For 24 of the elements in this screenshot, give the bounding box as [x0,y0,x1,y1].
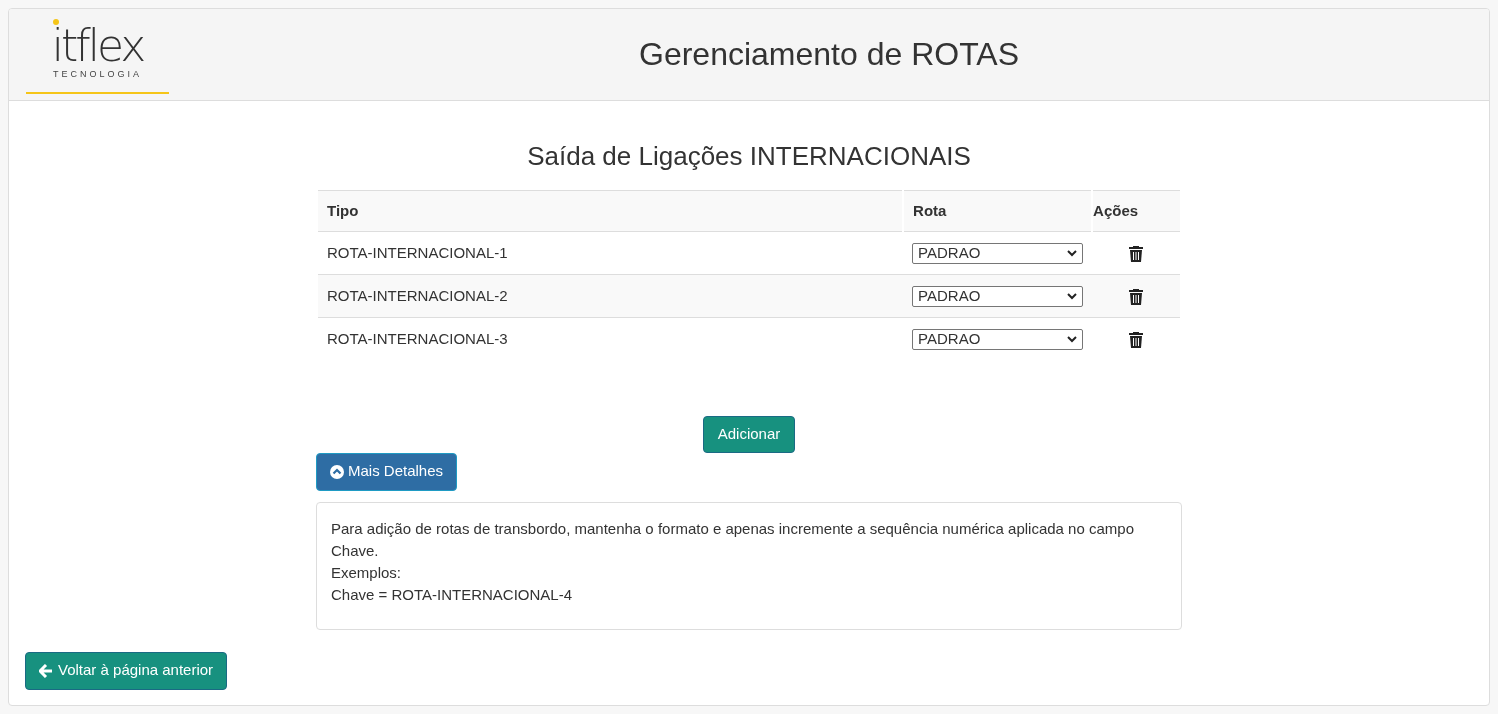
route-dropdown[interactable]: PADRAO [912,242,1084,264]
arrow-left-icon [39,663,53,678]
trash-icon[interactable] [1128,244,1145,263]
route-dropdown[interactable]: PADRAO [912,328,1084,350]
trash-icon[interactable] [1128,287,1145,306]
trash-icon[interactable] [1128,331,1145,350]
section-title: Saída de Ligações INTERNACIONAIS [527,140,971,173]
details-text: Para adição de rotas de transbordo, mantenha o formato e apenas incremente a sequência numérica aplicada no campo Chave. [331,518,1135,561]
column-header: Ações [1092,190,1180,232]
logo-wordmark: itflex [51,27,144,64]
table-cell: ROTA-INTERNACIONAL-2 [327,286,508,304]
chevron-down-icon [1067,335,1078,343]
details-button[interactable]: Mais Detalhes [316,452,458,491]
route-dropdown[interactable]: PADRAO [912,285,1084,307]
logo-tagline: TECNOLOGIA [53,67,142,81]
add-button[interactable]: Adicionar [702,415,796,453]
details-text: Exemplos: [331,562,403,583]
chevron-down-icon [1067,249,1078,257]
table-cell: ROTA-INTERNACIONAL-3 [327,330,508,347]
details-text: Chave = ROTA-INTERNACIONAL-4 [331,584,574,605]
chevron-down-icon [1067,292,1078,300]
table-cell: ROTA-INTERNACIONAL-1 [327,243,508,261]
page-title: Gerenciamento de ROTAS [639,34,1019,74]
back-button[interactable]: Voltar à página anterior [25,651,228,690]
